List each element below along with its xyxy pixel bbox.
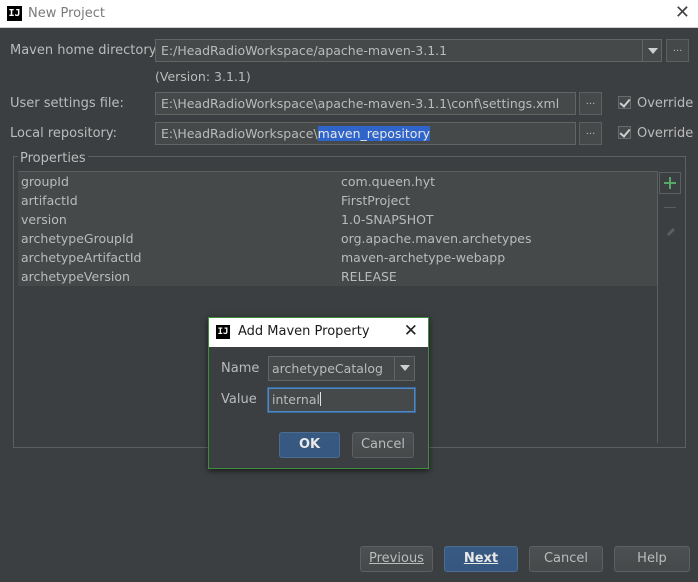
chevron-down-icon[interactable] <box>642 39 662 62</box>
override-repo-checkbox[interactable] <box>618 126 631 139</box>
add-icon[interactable] <box>659 172 681 194</box>
add-maven-property-dialog: IJ Add Maven Property ✕ Name archetypeCa… <box>208 317 429 469</box>
window-titlebar: IJ New Project ✕ <box>0 0 698 28</box>
override-settings-checkbox[interactable] <box>618 96 631 109</box>
property-value: org.apache.maven.archetypes <box>341 231 532 246</box>
dialog-title: Add Maven Property <box>238 324 370 339</box>
table-row[interactable]: version 1.0-SNAPSHOT <box>18 210 657 229</box>
properties-legend: Properties <box>18 151 88 166</box>
table-row[interactable]: archetypeGroupId org.apache.maven.archet… <box>18 229 657 248</box>
previous-button[interactable]: Previous <box>360 546 433 572</box>
property-name-value: archetypeCatalog <box>272 361 383 376</box>
property-value: RELEASE <box>341 269 397 284</box>
property-value: maven-archetype-webapp <box>341 250 506 265</box>
next-label: Next <box>463 551 499 566</box>
property-key: archetypeArtifactId <box>21 250 142 265</box>
chevron-down-icon[interactable] <box>394 357 414 380</box>
property-key: artifactId <box>21 193 78 208</box>
properties-toolbar <box>657 171 685 443</box>
table-row[interactable]: archetypeArtifactId maven-archetype-weba… <box>18 248 657 267</box>
property-key: version <box>21 212 67 227</box>
table-row[interactable]: archetypeVersion RELEASE <box>18 267 657 286</box>
text-cursor <box>319 392 321 406</box>
user-settings-browse-button[interactable]: ... <box>579 92 602 115</box>
local-repo-prefix: E:\HeadRadioWorkspace\ <box>161 126 318 141</box>
value-label: Value <box>221 392 257 407</box>
property-value: 1.0-SNAPSHOT <box>341 212 434 227</box>
next-button[interactable]: Next <box>444 546 518 572</box>
property-value-text: internal <box>272 392 320 407</box>
dialog-cancel-button[interactable]: Cancel <box>352 432 414 458</box>
user-settings-label: User settings file: <box>10 96 124 111</box>
local-repo-field[interactable]: E:\HeadRadioWorkspace\maven_repository <box>155 122 576 145</box>
property-key: archetypeGroupId <box>21 231 134 246</box>
maven-version-text: (Version: 3.1.1) <box>155 69 251 84</box>
local-repo-label: Local repository: <box>10 126 117 141</box>
maven-home-browse-button[interactable]: ... <box>666 39 689 62</box>
table-row[interactable]: groupId com.queen.hyt <box>18 172 657 191</box>
intellij-icon: IJ <box>216 325 230 339</box>
property-key: archetypeVersion <box>21 269 130 284</box>
dialog-titlebar: IJ Add Maven Property ✕ <box>209 318 428 347</box>
name-label: Name <box>221 361 260 376</box>
override-repo-label: Override <box>637 126 694 141</box>
previous-label: Previous <box>369 551 424 566</box>
property-value: com.queen.hyt <box>341 174 436 189</box>
close-icon[interactable]: ✕ <box>675 3 690 23</box>
ok-button[interactable]: OK <box>279 432 340 458</box>
property-value: FirstProject <box>341 193 411 208</box>
local-repo-selected-text: maven_repository <box>317 126 430 141</box>
property-key: groupId <box>21 174 69 189</box>
close-icon[interactable]: ✕ <box>404 321 418 341</box>
user-settings-field[interactable]: E:\HeadRadioWorkspace\apache-maven-3.1.1… <box>155 92 576 115</box>
cancel-button[interactable]: Cancel <box>529 546 603 572</box>
remove-icon[interactable] <box>664 207 676 208</box>
property-name-combo[interactable]: archetypeCatalog <box>268 356 415 381</box>
property-value-input[interactable]: internal <box>268 388 415 412</box>
window-title: New Project <box>28 6 105 21</box>
edit-icon[interactable] <box>665 226 677 238</box>
maven-home-combo[interactable]: E:/HeadRadioWorkspace/apache-maven-3.1.1 <box>155 39 643 62</box>
override-settings-label: Override <box>637 96 694 111</box>
help-button[interactable]: Help <box>614 546 690 572</box>
intellij-icon: IJ <box>7 6 22 21</box>
table-row[interactable]: artifactId FirstProject <box>18 191 657 210</box>
local-repo-browse-button[interactable]: ... <box>579 122 602 145</box>
maven-home-label: Maven home directory: <box>10 43 160 58</box>
